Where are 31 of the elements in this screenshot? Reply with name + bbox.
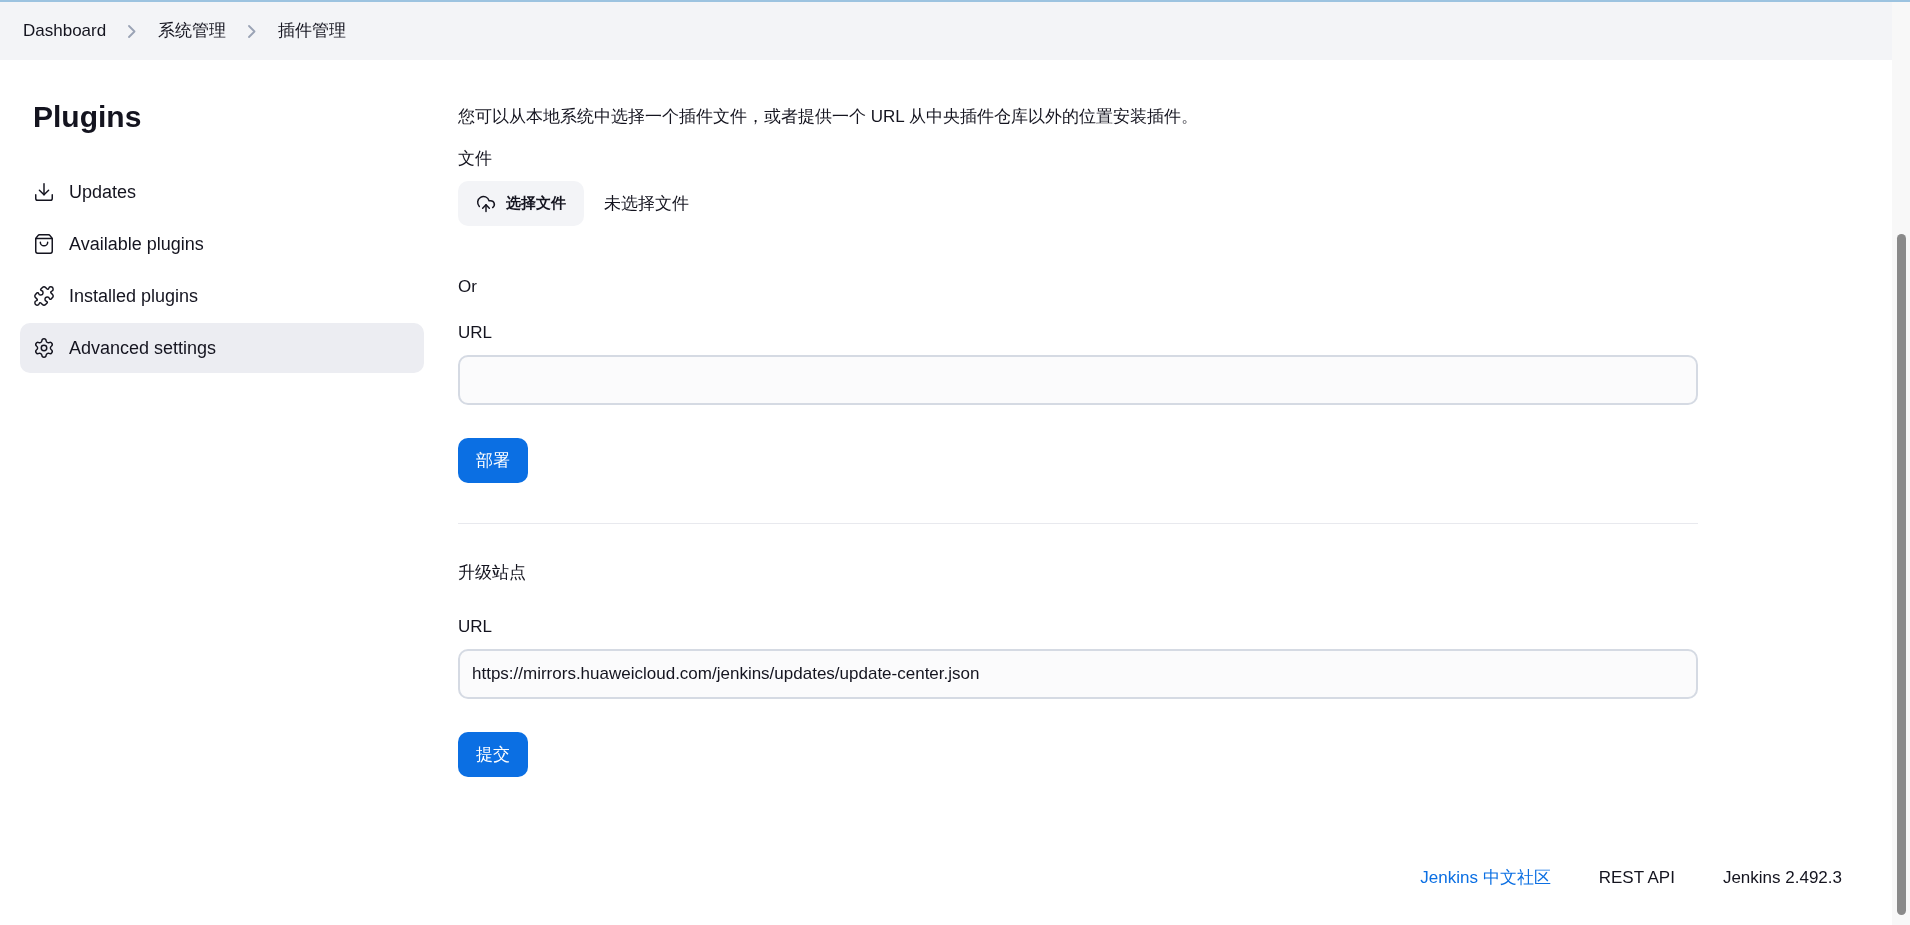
community-link[interactable]: Jenkins 中文社区	[1420, 865, 1551, 891]
download-icon	[33, 181, 55, 203]
bag-icon	[33, 233, 55, 255]
submit-button[interactable]: 提交	[458, 732, 528, 777]
breadcrumb-link[interactable]: 插件管理	[278, 18, 347, 44]
sidebar-item[interactable]: Available plugins	[20, 219, 424, 269]
url-label: URL	[458, 321, 493, 344]
file-label: 文件	[458, 147, 493, 170]
settings-icon	[33, 337, 55, 359]
section-title: 升级站点	[458, 562, 527, 584]
breadcrumb-link[interactable]: 系统管理	[158, 18, 227, 44]
sidebar-item[interactable]: Installed plugins	[20, 271, 424, 321]
upload-icon	[476, 193, 496, 214]
description-text: 您可以从本地系统中选择一个插件文件，或者提供一个 URL 从中央插件仓库以外的位置安装插件。	[458, 106, 1199, 128]
url-field[interactable]: https://mirrors.huaweicloud.com/jenkins/updates/update-center.json	[458, 649, 1698, 699]
url-field[interactable]	[458, 355, 1698, 405]
rest-api-link[interactable]: REST API	[1598, 865, 1675, 891]
version-text: Jenkins 2.492.3	[1722, 867, 1842, 889]
url-label: URL	[458, 615, 493, 638]
chevron-icon	[128, 24, 137, 38]
puzzle-icon	[33, 285, 55, 307]
deploy-button[interactable]: 部署	[458, 438, 528, 483]
chevron-icon	[248, 24, 257, 38]
sidebar-title: Plugins	[32, 99, 143, 135]
sidebar-item[interactable]: Updates	[20, 167, 424, 217]
breadcrumb-link[interactable]: Dashboard	[23, 18, 107, 44]
file-status: 未选择文件	[604, 192, 689, 215]
sidebar-item[interactable]: Advanced settings	[20, 323, 424, 373]
scrollbar[interactable]	[1892, 2, 1910, 925]
choose-file-button[interactable]: 选择文件	[458, 181, 584, 226]
or-text: Or	[458, 276, 478, 298]
